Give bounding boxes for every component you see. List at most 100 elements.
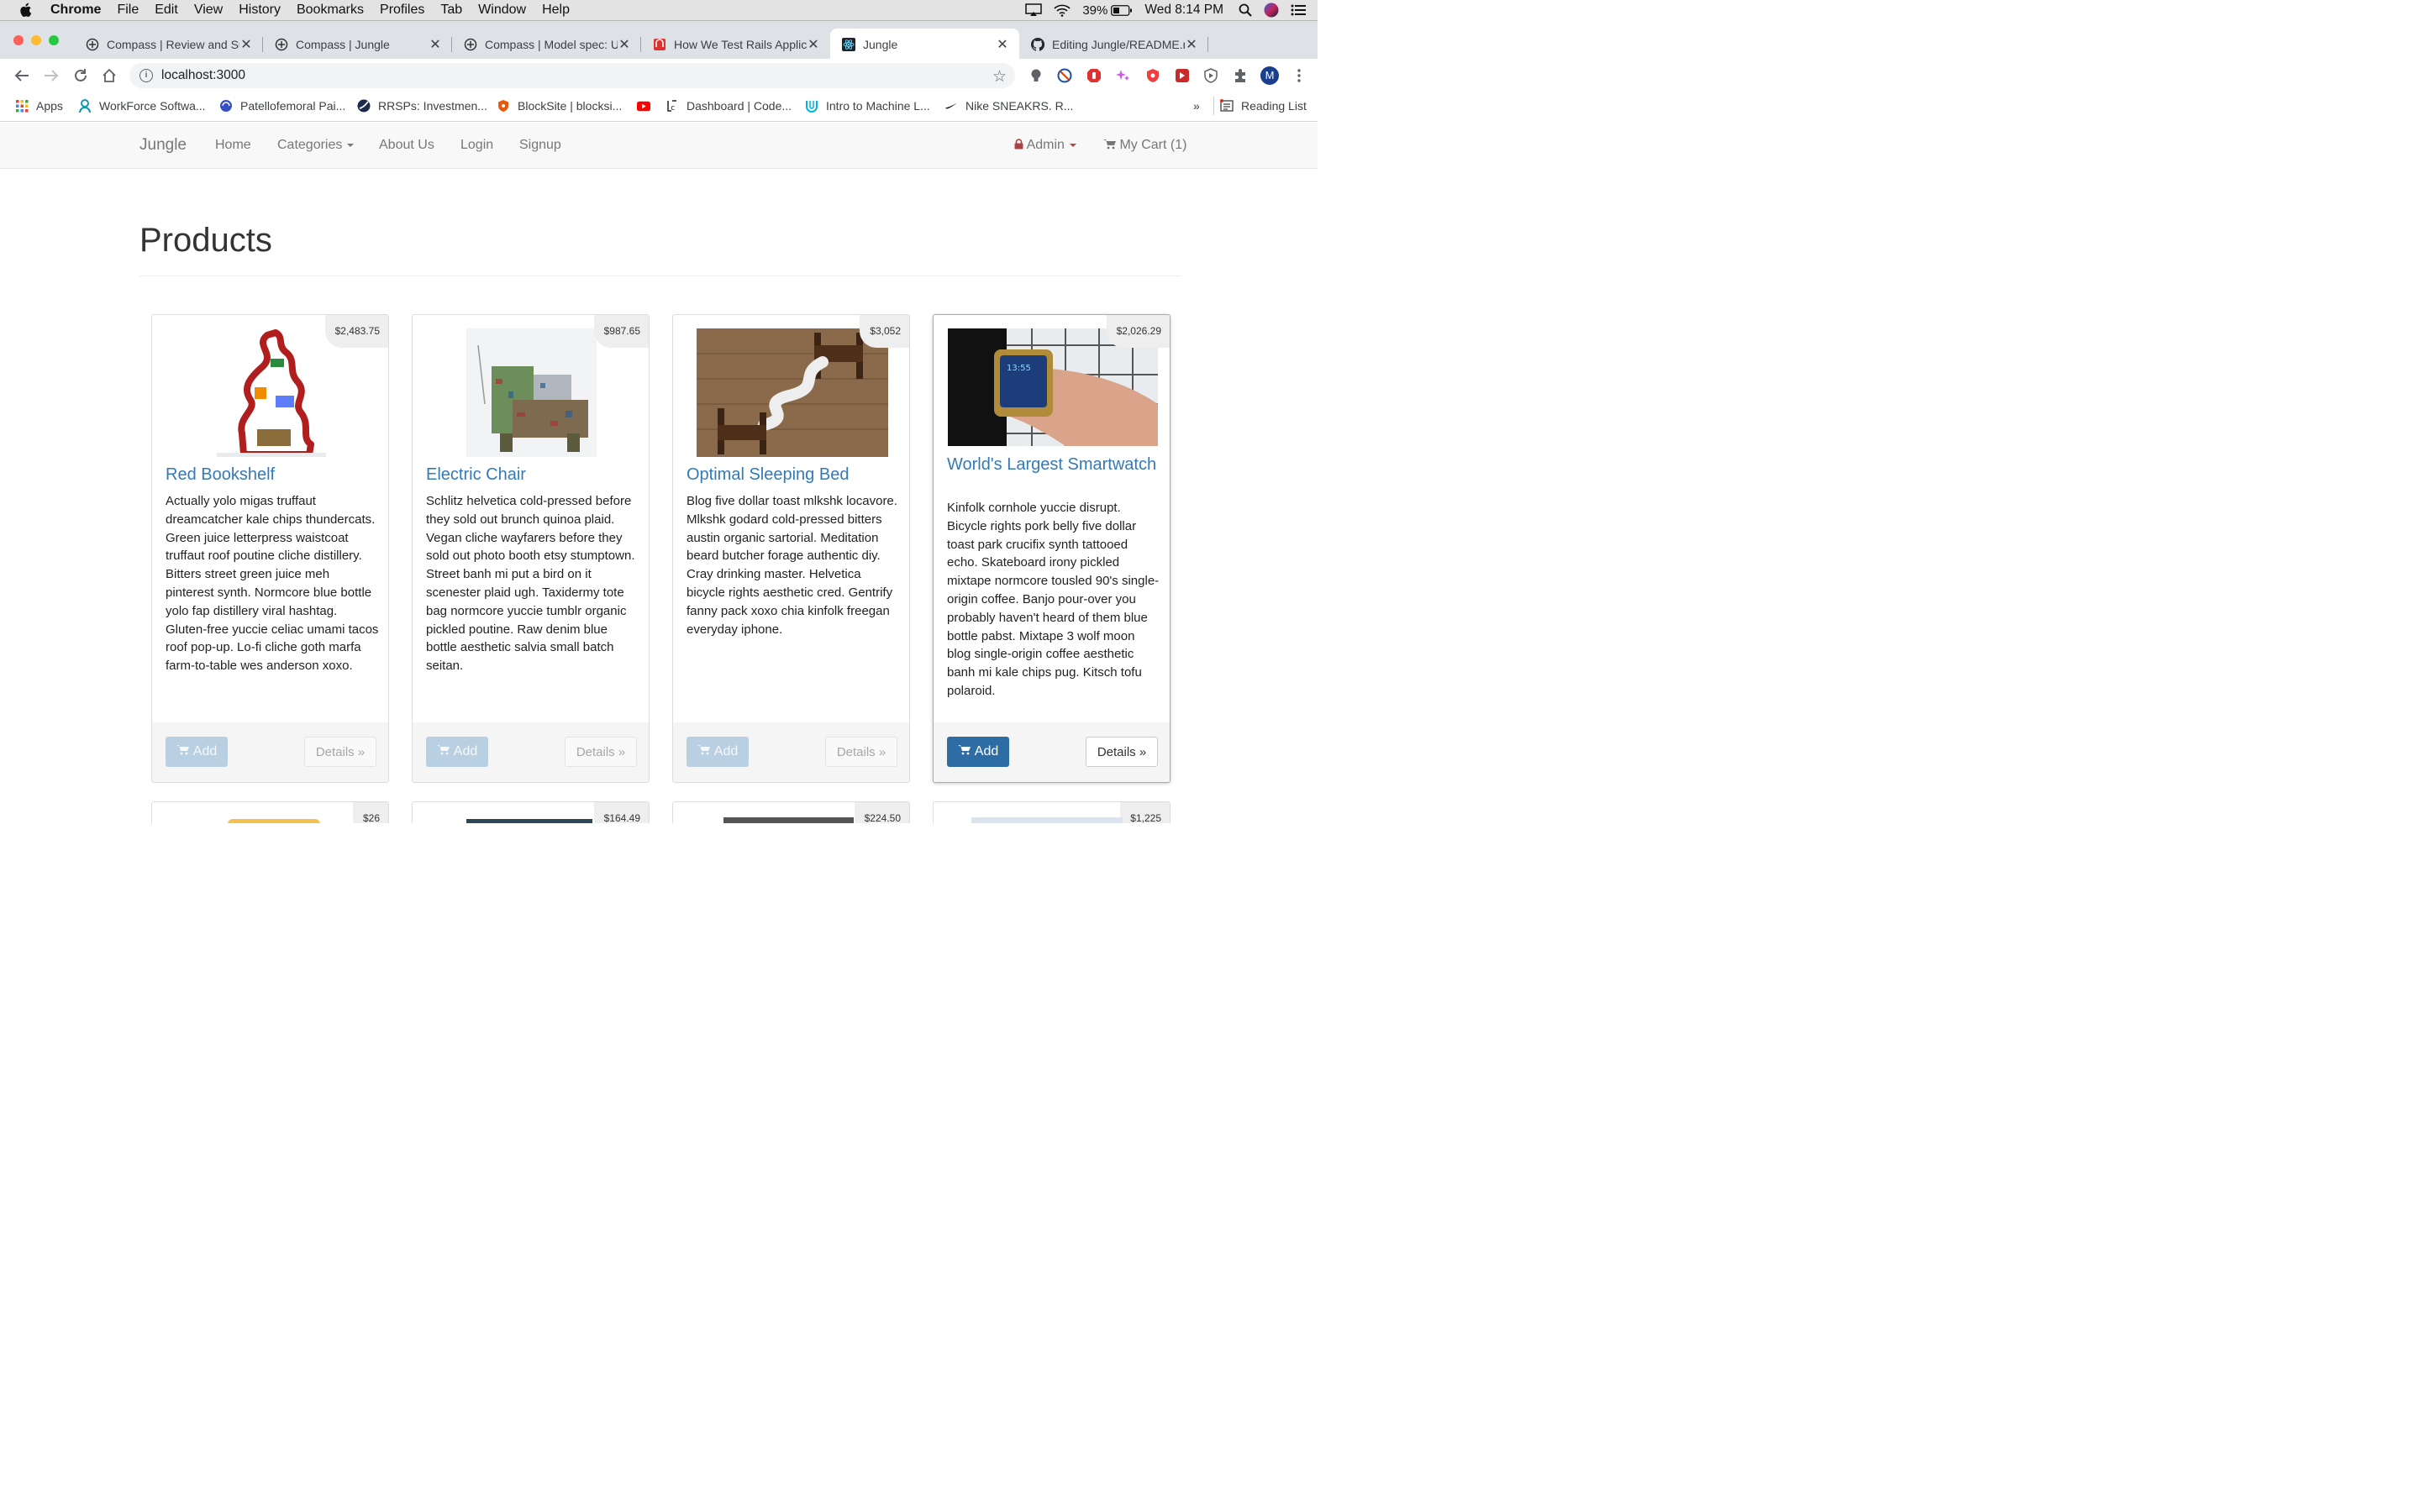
close-tab-icon[interactable]: ✕ xyxy=(807,36,820,53)
profile-avatar[interactable]: M xyxy=(1260,66,1279,85)
bookmark-dashboard[interactable]: c Dashboard | Code... xyxy=(666,99,792,113)
browser-tab[interactable]: Editing Jungle/README.n ✕ xyxy=(1019,29,1208,60)
bookmark-youtube[interactable] xyxy=(637,99,658,113)
apple-icon[interactable] xyxy=(18,3,35,18)
video-extension-icon[interactable] xyxy=(1174,67,1191,84)
product-image-partial[interactable] xyxy=(723,817,854,823)
reading-list-button[interactable]: Reading List xyxy=(1220,99,1307,113)
chrome-menu-kebab-icon[interactable] xyxy=(1291,67,1307,84)
adblock-extension-icon[interactable] xyxy=(1086,67,1102,84)
price-badge: $224.50 xyxy=(854,802,909,823)
spotlight-search-icon[interactable] xyxy=(1239,3,1252,17)
browser-tab[interactable]: Compass | Model spec: U ✕ xyxy=(452,29,641,60)
bookmark-workforce[interactable]: WorkForce Softwa... xyxy=(78,99,206,113)
site-info-icon[interactable]: i xyxy=(139,69,153,82)
nav-signup[interactable]: Signup xyxy=(519,138,561,153)
bookmark-patellofemoral[interactable]: Patellofemoral Pai... xyxy=(219,99,345,113)
battery-icon[interactable] xyxy=(1111,4,1133,16)
back-arrow-icon[interactable] xyxy=(13,67,30,84)
bookmark-udacity[interactable]: Intro to Machine L... xyxy=(805,99,930,113)
add-to-cart-button[interactable]: Add xyxy=(166,737,228,767)
lock-icon xyxy=(1014,138,1023,152)
menu-history[interactable]: History xyxy=(239,3,281,18)
product-image-partial[interactable] xyxy=(466,819,592,823)
block-extension-icon[interactable] xyxy=(1056,67,1073,84)
nav-my-cart[interactable]: My Cart (1) xyxy=(1103,138,1186,153)
nav-admin-dropdown[interactable]: Admin xyxy=(1014,138,1076,153)
product-name[interactable]: Red Bookshelf xyxy=(166,466,380,484)
bookmarks-overflow[interactable]: » xyxy=(1193,99,1200,113)
menu-edit[interactable]: Edit xyxy=(155,3,178,18)
close-window-button[interactable] xyxy=(13,35,24,45)
menu-bookmarks[interactable]: Bookmarks xyxy=(297,3,364,18)
bookmark-star-icon[interactable]: ☆ xyxy=(992,67,1007,87)
menu-file[interactable]: File xyxy=(117,3,139,18)
details-button[interactable]: Details » xyxy=(1086,737,1158,767)
nav-login[interactable]: Login xyxy=(460,138,493,153)
details-button[interactable]: Details » xyxy=(825,737,897,767)
product-card: $3,052 Optimal Sleeping Bed Blog five do… xyxy=(672,314,910,783)
home-icon[interactable] xyxy=(101,67,118,84)
navbar-brand[interactable]: Jungle xyxy=(139,136,187,155)
bookmark-nike[interactable]: Nike SNEAKRS. R... xyxy=(944,99,1073,113)
bookmark-label: Nike SNEAKRS. R... xyxy=(965,99,1074,113)
sparkle-extension-icon[interactable] xyxy=(1115,67,1132,84)
siri-icon[interactable] xyxy=(1264,3,1279,18)
rails-favicon-icon xyxy=(653,38,666,51)
nav-categories-label: Categories xyxy=(277,138,343,152)
menu-clock[interactable]: Wed 8:14 PM xyxy=(1144,3,1223,18)
add-to-cart-button[interactable]: Add xyxy=(426,737,488,767)
reload-icon[interactable] xyxy=(72,67,89,84)
card-footer: Add Details » xyxy=(413,722,649,782)
github-favicon-icon xyxy=(1031,37,1044,51)
extensions-puzzle-icon[interactable] xyxy=(1232,67,1249,84)
product-image-partial[interactable] xyxy=(228,819,320,823)
close-tab-icon[interactable]: ✕ xyxy=(239,36,253,53)
bookmark-rrsps[interactable]: RRSPs: Investmen... xyxy=(357,99,487,113)
bookmark-blocksite[interactable]: BlockSite | blocksi... xyxy=(497,99,622,113)
product-name[interactable]: World's Largest Smartwatch xyxy=(947,456,1161,474)
zoom-window-button[interactable] xyxy=(49,35,59,45)
browser-tab[interactable]: Compass | Jungle ✕ xyxy=(263,29,452,60)
add-to-cart-button[interactable]: Add xyxy=(947,737,1009,767)
address-url[interactable]: localhost:3000 xyxy=(161,68,245,83)
add-to-cart-button[interactable]: Add xyxy=(687,737,749,767)
menu-window[interactable]: Window xyxy=(478,3,526,18)
product-description: Kinfolk cornhole yuccie disrupt. Bicycle… xyxy=(947,501,1160,698)
shield-extension-icon[interactable] xyxy=(1144,67,1161,84)
product-image-partial[interactable] xyxy=(971,817,1123,823)
nav-home[interactable]: Home xyxy=(215,138,251,153)
wifi-icon[interactable] xyxy=(1054,4,1071,17)
add-button-label: Add xyxy=(453,744,478,759)
lightbulb-extension-icon[interactable] xyxy=(1028,67,1044,84)
details-button[interactable]: Details » xyxy=(565,737,637,767)
close-tab-icon[interactable]: ✕ xyxy=(429,36,442,53)
minimize-window-button[interactable] xyxy=(31,35,41,45)
product-name[interactable]: Optimal Sleeping Bed xyxy=(687,466,901,484)
close-tab-icon[interactable]: ✕ xyxy=(996,36,1009,53)
menu-profiles[interactable]: Profiles xyxy=(380,3,424,18)
address-bar[interactable]: i localhost:3000 ☆ xyxy=(129,63,1015,88)
close-tab-icon[interactable]: ✕ xyxy=(1185,36,1198,53)
browser-tab-active[interactable]: Jungle ✕ xyxy=(830,29,1019,60)
close-tab-icon[interactable]: ✕ xyxy=(618,36,631,53)
control-center-icon[interactable] xyxy=(1291,4,1306,16)
bookmark-apps[interactable]: Apps xyxy=(15,99,63,113)
airplay-icon[interactable] xyxy=(1025,3,1043,17)
menu-app-name[interactable]: Chrome xyxy=(50,3,101,18)
menu-help[interactable]: Help xyxy=(542,3,570,18)
details-button[interactable]: Details » xyxy=(304,737,376,767)
bookmark-label: Dashboard | Code... xyxy=(687,99,792,113)
product-card: $987.65 Electric Chair Schlitz helvetica… xyxy=(412,314,650,783)
window-controls xyxy=(13,35,66,45)
product-card: 13:55 $2,026.29 World's Largest Smartwat… xyxy=(933,314,1171,783)
menu-tab[interactable]: Tab xyxy=(440,3,462,18)
nav-categories-dropdown[interactable]: Categories xyxy=(277,138,355,153)
browser-tab[interactable]: How We Test Rails Applic ✕ xyxy=(641,29,830,60)
nav-about-us[interactable]: About Us xyxy=(379,138,434,153)
forward-arrow-icon[interactable] xyxy=(43,67,60,84)
product-name[interactable]: Electric Chair xyxy=(426,466,640,484)
play-shield-extension-icon[interactable] xyxy=(1202,67,1219,84)
browser-tab[interactable]: Compass | Review and Su ✕ xyxy=(74,29,263,60)
menu-view[interactable]: View xyxy=(194,3,223,18)
